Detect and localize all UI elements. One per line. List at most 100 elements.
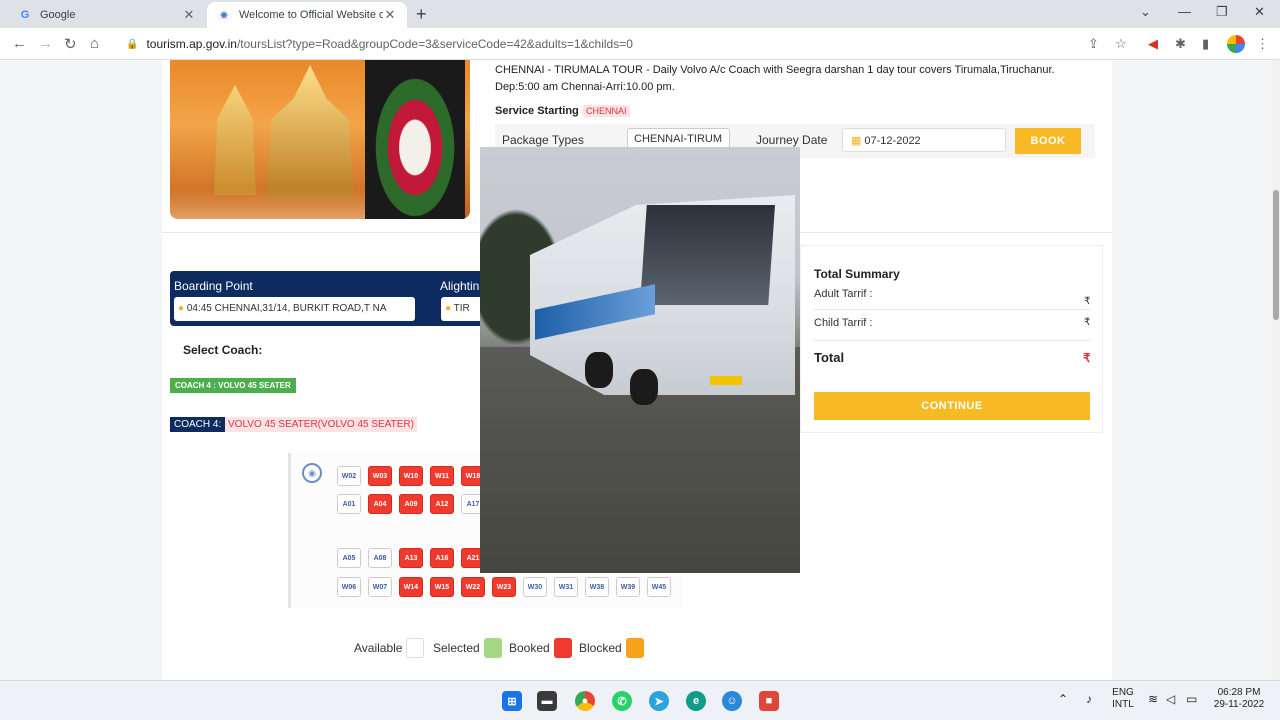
journey-date-input[interactable]: ▦ 07-12-2022 (842, 128, 1006, 152)
input-language[interactable]: ENG INTL (1110, 687, 1136, 711)
scrollbar-thumb[interactable] (1273, 190, 1279, 320)
divider (814, 340, 1090, 341)
seat-a05[interactable]: A05 (337, 548, 361, 568)
legend-selected: Selected (433, 638, 502, 658)
legend-booked: Booked (509, 638, 572, 658)
seat-w15[interactable]: W15 (430, 577, 454, 597)
seat-w30[interactable]: W30 (523, 577, 547, 597)
legend-available: Available (354, 638, 425, 658)
menu-kebab-icon[interactable]: ⋮ (1256, 36, 1269, 52)
child-tariff-label: Child Tarrif : (814, 317, 873, 329)
screen-recorder-icon[interactable]: ■ (759, 691, 779, 711)
legend-swatch (406, 638, 425, 658)
seat-w06[interactable]: W06 (337, 577, 361, 597)
url-host: tourism.ap.gov.in (146, 37, 237, 51)
close-tab-icon[interactable]: ✕ (182, 7, 196, 23)
tab-google[interactable]: G Google ✕ (8, 2, 206, 28)
seat-w39[interactable]: W39 (616, 577, 640, 597)
telegram-icon[interactable]: ➤ (649, 691, 669, 711)
volume-icon[interactable]: ◁ (1166, 692, 1175, 706)
tab-title: Google (40, 9, 76, 21)
total-label: Total (814, 350, 845, 365)
reload-icon[interactable]: ↻ (64, 35, 77, 53)
seat-a04[interactable]: A04 (368, 494, 392, 514)
child-tariff-value: ₹ (1084, 317, 1091, 328)
edge-browser-icon[interactable]: e (686, 691, 706, 711)
people-app-icon[interactable]: ☺ (722, 691, 742, 711)
extension-megaphone-icon[interactable]: ◀ (1148, 36, 1158, 52)
steering-wheel-icon: ◉ (302, 463, 322, 483)
tray-chevron-up-icon[interactable]: ⌃ (1058, 692, 1068, 706)
adult-tariff-value: ₹ (1084, 296, 1091, 307)
seat-a01[interactable]: A01 (337, 494, 361, 514)
new-tab-icon[interactable]: + (416, 4, 427, 25)
seat-w23[interactable]: W23 (492, 577, 516, 597)
url-path: /toursList?type=Road&groupCode=3&service… (236, 37, 633, 51)
volvo-bus-photo (480, 147, 800, 573)
divider (814, 309, 1090, 310)
forward-icon[interactable]: → (38, 35, 53, 52)
coach-type-badge: VOLVO 45 SEATER(VOLVO 45 SEATER) (225, 417, 417, 432)
google-g-icon: G (20, 9, 30, 21)
chrome-icon[interactable]: ● (575, 691, 595, 711)
continue-button[interactable]: CONTINUE (814, 392, 1090, 420)
page-viewport: CHENNAI - TIRUMALA TOUR - Daily Volvo A/… (0, 60, 1280, 680)
legend-blocked: Blocked (579, 638, 644, 658)
seat-a13[interactable]: A13 (399, 548, 423, 568)
seat-w45[interactable]: W45 (647, 577, 671, 597)
home-icon[interactable]: ⌂ (90, 35, 99, 52)
seat-a16[interactable]: A16 (430, 548, 454, 568)
tab-search-icon[interactable]: ⌄ (1140, 4, 1151, 20)
back-icon[interactable]: ← (12, 35, 27, 52)
side-panel-icon[interactable]: ▮ (1202, 36, 1209, 52)
share-icon[interactable]: ⇪ (1088, 36, 1099, 52)
seat-w03[interactable]: W03 (368, 466, 392, 486)
file-explorer-icon[interactable]: ▬ (537, 691, 557, 711)
boarding-point-select[interactable]: ● 04:45 CHENNAI,31/14, BURKIT ROAD,T NA (174, 297, 415, 321)
summary-title: Total Summary (814, 267, 900, 281)
seat-a08[interactable]: A08 (368, 548, 392, 568)
map-pin-icon: ● (445, 303, 452, 314)
bookmark-star-icon[interactable]: ☆ (1115, 36, 1127, 52)
calendar-icon: ▦ (851, 135, 862, 147)
seat-w02[interactable]: W02 (337, 466, 361, 486)
page-scrollbar[interactable] (1272, 60, 1280, 680)
ap-tourism-icon: ✷ (219, 9, 229, 22)
seat-w22[interactable]: W22 (461, 577, 485, 597)
seat-a12[interactable]: A12 (430, 494, 454, 514)
book-button[interactable]: BOOK (1015, 128, 1081, 154)
minimize-icon[interactable]: — (1178, 4, 1191, 19)
seat-w38[interactable]: W38 (585, 577, 609, 597)
tour-description: CHENNAI - TIRUMALA TOUR - Daily Volvo A/… (495, 64, 1055, 93)
seat-w14[interactable]: W14 (399, 577, 423, 597)
wifi-icon[interactable]: ≋ (1148, 692, 1158, 706)
coach-chip-button[interactable]: COACH 4 : VOLVO 45 SEATER (170, 378, 296, 393)
boarding-point-label: Boarding Point (174, 279, 253, 293)
close-tab-icon[interactable]: ✕ (383, 7, 397, 23)
whatsapp-icon[interactable]: ✆ (612, 691, 632, 711)
microphone-icon[interactable]: ♪ (1086, 692, 1092, 706)
address-bar[interactable]: 🔒 tourism.ap.gov.in/toursList?type=Road&… (116, 31, 1136, 57)
seat-w10[interactable]: W10 (399, 466, 423, 486)
legend-swatch (483, 638, 502, 658)
map-pin-icon: ● (178, 303, 185, 314)
alighting-point-label: Alightin (440, 279, 480, 293)
windows-start-icon[interactable]: ⊞ (502, 691, 522, 711)
extensions-puzzle-icon[interactable]: ✱ (1175, 36, 1186, 52)
service-starting-label: Service Starting : (495, 105, 586, 117)
seat-w11[interactable]: W11 (430, 466, 454, 486)
select-coach-label: Select Coach: (183, 343, 263, 357)
tab-ap-tourism[interactable]: ✷ Welcome to Official Website of A ✕ (207, 2, 407, 28)
toolbar: ← → ↻ ⌂ 🔒 tourism.ap.gov.in/toursList?ty… (0, 28, 1280, 60)
battery-icon[interactable]: ▭ (1186, 692, 1197, 706)
profile-avatar[interactable] (1227, 35, 1245, 53)
maximize-icon[interactable]: ❐ (1216, 4, 1228, 20)
seat-w07[interactable]: W07 (368, 577, 392, 597)
seat-w31[interactable]: W31 (554, 577, 578, 597)
close-window-icon[interactable]: ✕ (1254, 4, 1265, 20)
package-types-label: Package Types (502, 133, 584, 147)
clock[interactable]: 06:28 PM 29-11-2022 (1208, 687, 1270, 711)
coach-tag: COACH 4: (170, 417, 226, 432)
tirumala-temple-image (170, 60, 470, 219)
seat-a09[interactable]: A09 (399, 494, 423, 514)
